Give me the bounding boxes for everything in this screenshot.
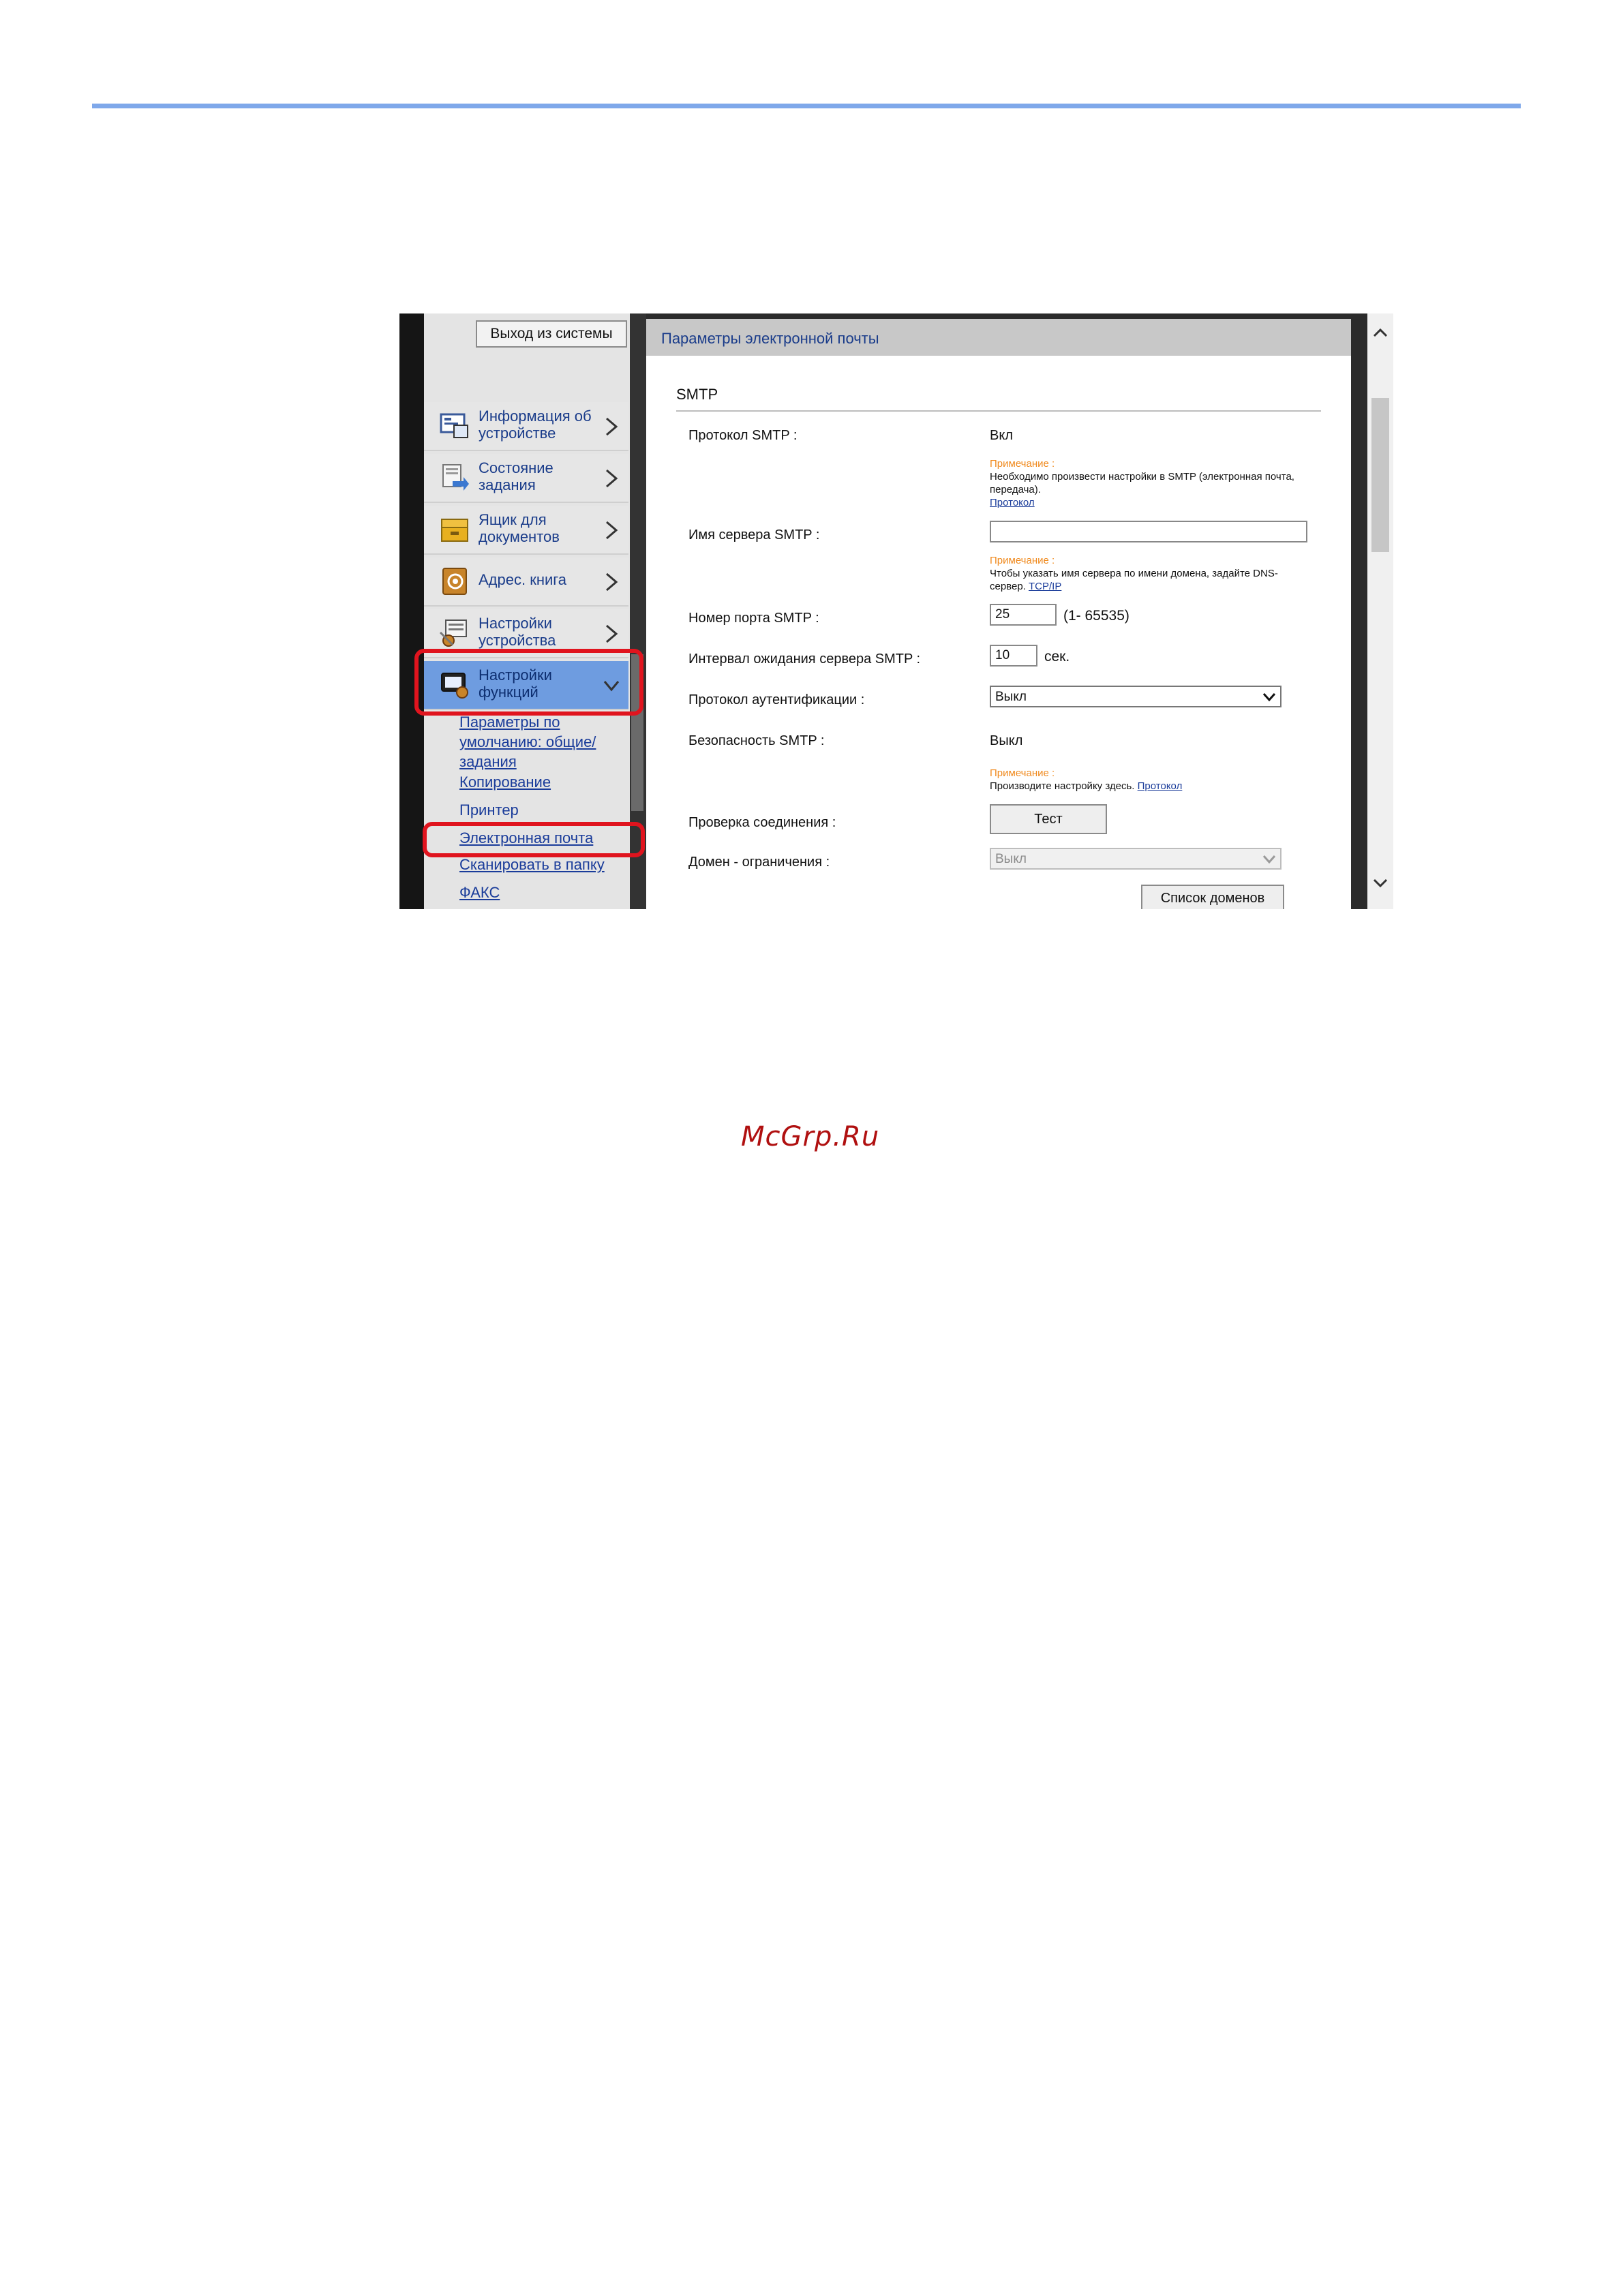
page-top-rule [92, 104, 1521, 108]
note-link-protocol[interactable]: Протокол [990, 497, 1035, 508]
chevron-right-icon [606, 521, 618, 540]
main-panel: Параметры электронной почты SMTP Протоко… [646, 319, 1351, 909]
smtp-timeout-label: Интервал ожидания сервера SMTP : [688, 652, 921, 667]
note-body: Производите настройку здесь. [990, 780, 1135, 792]
domain-restriction-select[interactable]: Выкл [990, 848, 1281, 870]
device-settings-icon [439, 619, 467, 647]
note-link-protocol[interactable]: Протокол [1138, 780, 1183, 792]
scroll-down-icon[interactable] [1373, 878, 1388, 889]
chevron-right-icon [606, 572, 618, 592]
note-text: Чтобы указать имя сервера по имени домен… [990, 567, 1310, 593]
logout-button[interactable]: Выход из системы [476, 320, 627, 348]
sub-link-scan-to-folder[interactable]: Сканировать в папку [459, 855, 623, 874]
smtp-server-input[interactable] [990, 521, 1307, 542]
web-ui-screenshot: Выход из системы Информация об устройств… [399, 313, 1393, 909]
job-status-icon [442, 464, 469, 491]
domain-restriction-value: Выкл [995, 852, 1027, 866]
sidebar-scrollbar[interactable] [630, 313, 646, 909]
scroll-up-icon[interactable] [1373, 327, 1388, 338]
chevron-down-icon [1262, 855, 1276, 864]
smtp-security-value: Выкл [990, 733, 1023, 748]
sidebar-item-job-status[interactable]: Состояние задания [424, 454, 628, 503]
smtp-timeout-input[interactable] [990, 645, 1037, 667]
device-info-icon [440, 413, 468, 438]
domain-restriction-label: Домен - ограничения : [688, 855, 830, 870]
chevron-down-icon [1262, 693, 1276, 702]
note-body: Необходимо произвести настройки в SMTP (… [990, 471, 1294, 495]
sidebar-item-device-info[interactable]: Информация об устройстве [424, 402, 628, 451]
smtp-port-range: (1- 65535) [1063, 608, 1129, 624]
highlight-email [423, 822, 645, 857]
chevron-right-icon [606, 469, 618, 488]
sidebar-item-label: Адрес. книга [479, 571, 567, 588]
sub-link-defaults[interactable]: Параметры по умолчанию: общие/задания [459, 712, 623, 771]
smtp-server-label: Имя сервера SMTP : [688, 527, 820, 542]
smtp-protocol-label: Протокол SMTP : [688, 428, 798, 443]
sidebar-item-label: Информация об устройстве [479, 408, 592, 442]
domain-list-button[interactable]: Список доменов [1141, 885, 1284, 909]
sub-link-copy[interactable]: Копирование [459, 772, 623, 792]
note-title: Примечание : [990, 555, 1055, 566]
test-button[interactable]: Тест [990, 804, 1107, 834]
note-title: Примечание : [990, 458, 1055, 470]
page-scroll-thumb[interactable] [1371, 398, 1389, 552]
chevron-right-icon [606, 417, 618, 436]
section-divider [676, 410, 1321, 412]
chevron-right-icon [606, 624, 618, 643]
smtp-security-label: Безопасность SMTP : [688, 733, 825, 748]
sidebar-item-label: Ящик для документов [479, 511, 560, 545]
left-dark-strip [399, 313, 424, 909]
watermark: McGrp.Ru [741, 1121, 880, 1152]
page-scrollbar[interactable] [1367, 313, 1393, 909]
sidebar-item-address-book[interactable]: Адрес. книга [424, 557, 628, 607]
note-text: Необходимо произвести настройки в SMTP (… [990, 470, 1310, 509]
smtp-protocol-value: Вкл [990, 428, 1013, 443]
document-box-icon [441, 519, 468, 542]
note-text: Производите настройку здесь. Протокол [990, 780, 1310, 793]
note-link-tcpip[interactable]: TCP/IP [1029, 581, 1061, 592]
auth-protocol-value: Выкл [995, 690, 1027, 704]
note-title: Примечание : [990, 767, 1055, 779]
sub-link-fax[interactable]: ФАКС [459, 883, 623, 902]
connection-test-label: Проверка соединения : [688, 815, 836, 830]
auth-protocol-label: Протокол аутентификации : [688, 692, 865, 707]
address-book-icon [442, 568, 467, 595]
sidebar-item-label: Настройки устройства [479, 615, 556, 649]
smtp-port-input[interactable] [990, 604, 1057, 626]
page-title: Параметры электронной почты [661, 330, 879, 347]
sidebar-item-document-box[interactable]: Ящик для документов [424, 506, 628, 555]
section-title: SMTP [676, 386, 718, 403]
auth-protocol-select[interactable]: Выкл [990, 686, 1281, 707]
smtp-timeout-unit: сек. [1044, 649, 1070, 664]
sidebar-item-label: Состояние задания [479, 459, 553, 493]
main-header: Параметры электронной почты [646, 319, 1351, 356]
smtp-port-label: Номер порта SMTP : [688, 611, 819, 626]
highlight-function-settings [414, 649, 643, 716]
sub-link-printer[interactable]: Принтер [459, 800, 623, 820]
